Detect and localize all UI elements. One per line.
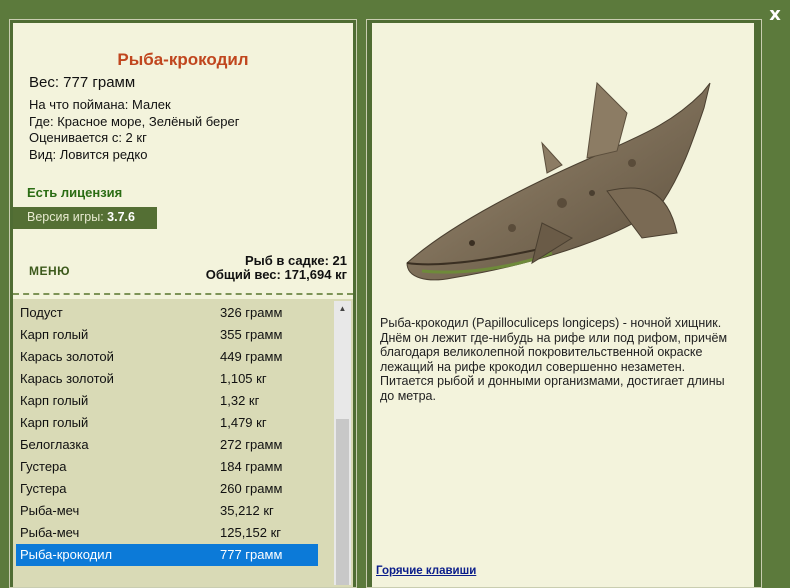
- fish-weight: Вес: 777 грамм: [29, 74, 136, 91]
- value-info: Оценивается с: 2 кг: [29, 130, 147, 145]
- menu-button[interactable]: МЕНЮ: [29, 264, 70, 278]
- fish-name: Густера: [20, 459, 67, 474]
- scroll-thumb[interactable]: [336, 419, 349, 585]
- fish-info: На что поймана: Малек Где: Красное море,…: [29, 97, 239, 163]
- fish-weight-value: 125,152 кг: [220, 525, 282, 540]
- fish-description: Рыба-крокодил (Papilloculiceps longiceps…: [380, 316, 728, 403]
- fish-name: Карась золотой: [20, 371, 114, 386]
- fish-weight-value: 777 грамм: [220, 547, 283, 562]
- fish-title: Рыба-крокодил: [117, 50, 249, 69]
- fish-weight-value: 1,479 кг: [220, 415, 267, 430]
- fish-weight-value: 184 грамм: [220, 459, 283, 474]
- fish-weight-value: 449 грамм: [220, 349, 283, 364]
- fish-name: Карась золотой: [20, 349, 114, 364]
- fish-weight-value: 355 грамм: [220, 327, 283, 342]
- close-button[interactable]: x: [766, 6, 784, 24]
- fish-description-panel: Рыба-крокодил (Papilloculiceps longiceps…: [366, 19, 762, 588]
- fish-name: Рыба-меч: [20, 503, 80, 518]
- list-item[interactable]: Карп голый 1,32 кг: [16, 390, 318, 412]
- list-item[interactable]: Подуст 326 грамм: [16, 302, 318, 324]
- list-item[interactable]: Густера 184 грамм: [16, 456, 318, 478]
- fish-weight-value: 260 грамм: [220, 481, 283, 496]
- hotkeys-link[interactable]: Горячие клавиши: [376, 565, 476, 577]
- list-item[interactable]: Белоглазка 272 грамм: [16, 434, 318, 456]
- fish-name: Рыба-меч: [20, 525, 80, 540]
- fish-weight-value: 1,105 кг: [220, 371, 267, 386]
- version-bar: Версия игры: 3.7.6: [13, 207, 157, 229]
- fish-name: Густера: [20, 481, 67, 496]
- fish-details: Рыба-крокодил Вес: 777 грамм На что пойм…: [13, 23, 353, 307]
- fish-weight-value: 1,32 кг: [220, 393, 260, 408]
- version-label: Версия игры:: [27, 210, 104, 224]
- scrollbar[interactable]: ▲: [334, 301, 351, 585]
- fish-name: Белоглазка: [20, 437, 89, 452]
- version-value: 3.7.6: [107, 210, 135, 224]
- fish-list[interactable]: Подуст 326 грамм Карп голый 355 грамм Карась…: [16, 302, 318, 566]
- fish-weight-value: 326 грамм: [220, 305, 283, 320]
- fish-name: Рыба-крокодил: [20, 547, 113, 562]
- total-weight: Общий вес: 171,694 кг: [205, 267, 347, 282]
- fish-count: Рыб в садке: 21: [244, 253, 347, 268]
- list-item[interactable]: Карп голый 1,479 кг: [16, 412, 318, 434]
- location-info: Где: Красное море, Зелёный берег: [29, 113, 240, 129]
- license-status: Есть лицензия: [27, 185, 123, 200]
- list-item[interactable]: Карп голый 355 грамм: [16, 324, 318, 346]
- fish-name: Подуст: [20, 305, 63, 320]
- list-item[interactable]: Рыба-крокодил 777 грамм: [16, 544, 318, 566]
- fish-name: Карп голый: [20, 327, 89, 342]
- description-area: Рыба-крокодил (Papilloculiceps longiceps…: [372, 23, 754, 587]
- crocodile-fish-image: [406, 81, 711, 281]
- bait-info: На что поймана: Малек: [29, 97, 171, 112]
- divider: [13, 293, 353, 295]
- list-item[interactable]: Рыба-меч 125,152 кг: [16, 522, 318, 544]
- fish-name: Карп голый: [20, 393, 89, 408]
- fish-name: Карп голый: [20, 415, 89, 430]
- rarity-info: Вид: Ловится редко: [29, 146, 148, 162]
- keepnet-list[interactable]: Подуст 326 грамм Карп голый 355 грамм Карась…: [13, 299, 353, 587]
- list-item[interactable]: Карась золотой 449 грамм: [16, 346, 318, 368]
- keepnet-stats: Рыб в садке: 21 Общий вес: 171,694 кг: [206, 254, 347, 282]
- list-item[interactable]: Рыба-меч 35,212 кг: [16, 500, 318, 522]
- arrow-up-icon[interactable]: ▲: [334, 301, 351, 317]
- fish-info-panel: Рыба-крокодил Вес: 777 грамм На что пойм…: [9, 19, 357, 588]
- list-item[interactable]: Густера 260 грамм: [16, 478, 318, 500]
- list-item[interactable]: Карась золотой 1,105 кг: [16, 368, 318, 390]
- fish-weight-value: 35,212 кг: [220, 503, 274, 518]
- fish-weight-value: 272 грамм: [220, 437, 283, 452]
